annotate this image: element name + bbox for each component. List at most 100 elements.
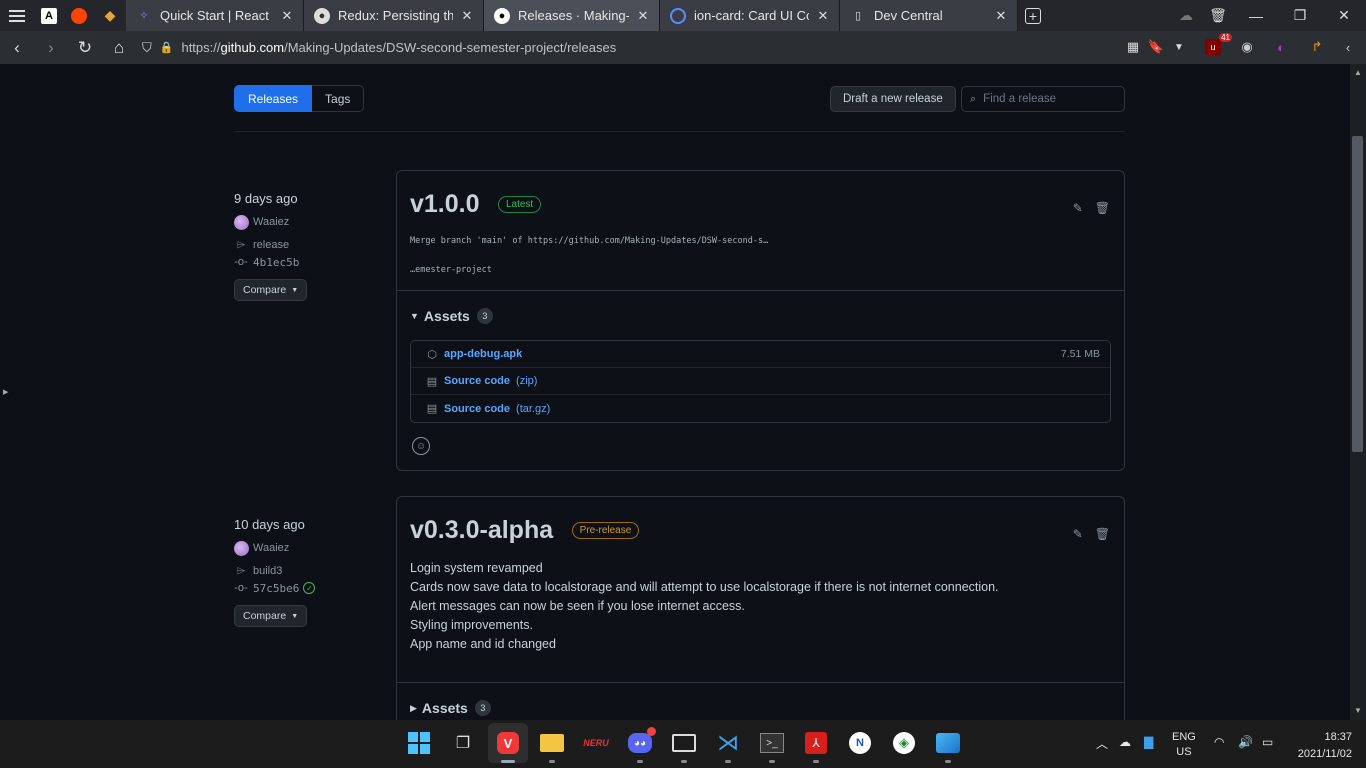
running-indicator [945, 760, 951, 763]
assets-toggle[interactable]: ▶ Assets 3 [410, 700, 1111, 716]
qr-code-icon[interactable]: ▦ [1122, 36, 1144, 58]
author-link[interactable]: Waaiez [253, 216, 289, 228]
extension-color-icon[interactable]: ◐ [1270, 36, 1292, 58]
tray-chevron-icon[interactable]: ︿ [1096, 735, 1108, 752]
close-icon[interactable]: ✕ [815, 8, 831, 24]
panel-toggle-icon[interactable]: ▶ [3, 388, 8, 396]
edit-icon[interactable]: ✎ [1073, 527, 1083, 541]
trash-icon[interactable]: 🗑 [1202, 0, 1234, 31]
start-icon[interactable] [405, 729, 433, 757]
bookmark-icon[interactable]: 🔖 [1145, 36, 1167, 58]
home-icon[interactable]: ⌂ [102, 31, 136, 64]
tag-icon: ⌲ [236, 238, 246, 251]
tab-ion-card[interactable]: ion-card: Card UI Comp ✕ [660, 0, 840, 31]
neru-app-icon[interactable]: NERU [582, 729, 610, 757]
delete-icon[interactable]: 🗑 [1095, 201, 1110, 215]
scroll-down-icon[interactable]: ▼ [1350, 706, 1366, 715]
asset-suffix: (zip) [516, 375, 538, 387]
assets-toggle[interactable]: ▼ Assets 3 [410, 308, 1111, 324]
pinned-tab-reddit-icon[interactable] [64, 0, 94, 31]
vscode-icon[interactable]: ⋊ [714, 729, 742, 757]
tags-tab[interactable]: Tags [312, 85, 365, 112]
back-icon[interactable]: ‹ [0, 31, 34, 64]
tab-github-releases[interactable]: ● Releases · Making-Upd ✕ [484, 0, 660, 31]
close-icon[interactable]: ✕ [279, 8, 295, 24]
lock-icon[interactable]: 🔒 [160, 41, 174, 54]
asset-name[interactable]: Source code [444, 403, 510, 415]
commit-link[interactable]: 4b1ec5b [253, 256, 299, 269]
assets-title: Assets [421, 700, 468, 716]
scrollbar-thumb[interactable] [1352, 136, 1363, 452]
avatar[interactable] [234, 214, 249, 230]
restore-icon[interactable]: ❐ [1278, 0, 1322, 31]
tab-redux-quickstart[interactable]: ✧ Quick Start | React Red ✕ [126, 0, 304, 31]
wifi-icon[interactable]: ◠ [1214, 735, 1224, 749]
battery-icon[interactable]: ▭ [1262, 735, 1273, 749]
dropdown-icon[interactable]: ▼ [1168, 36, 1190, 58]
edit-icon[interactable]: ✎ [1073, 201, 1083, 215]
monitor-app-icon[interactable] [670, 729, 698, 757]
url-field[interactable]: ⛉ 🔒 https://github.com/Making-Updates/DS… [142, 34, 1197, 61]
release-title[interactable]: v0.3.0-alpha [410, 516, 553, 545]
close-icon[interactable]: ✕ [993, 8, 1009, 24]
asset-name[interactable]: app-debug.apk [444, 348, 522, 360]
author-link[interactable]: Waaiez [253, 542, 289, 554]
avatar[interactable] [234, 540, 249, 556]
terminal-icon[interactable]: >_ [758, 729, 786, 757]
tab-title: Releases · Making-Upd [518, 8, 629, 23]
find-release-input[interactable]: ⌕ Find a release [961, 86, 1125, 112]
asset-row[interactable]: ▤ Source code (tar.gz) [411, 395, 1110, 422]
onedrive-icon[interactable]: ☁ [1119, 735, 1131, 749]
page-icon: ▯ [854, 10, 862, 22]
reload-icon[interactable]: ↻ [68, 31, 102, 64]
tag-link[interactable]: build3 [253, 565, 282, 577]
verified-check-icon: ✓ [303, 582, 316, 594]
close-window-icon[interactable]: ✕ [1322, 0, 1366, 31]
forward-icon[interactable]: › [34, 31, 68, 64]
scrollbar[interactable]: ▲ ▼ [1350, 64, 1366, 720]
extension-arrow-icon[interactable]: ‹ [1337, 36, 1359, 58]
cloud-icon[interactable]: ☁ [1170, 0, 1202, 31]
draft-release-button[interactable]: Draft a new release [830, 86, 956, 112]
release-title[interactable]: v1.0.0 [410, 190, 480, 219]
menu-icon[interactable] [0, 0, 34, 31]
pdf-reader-icon[interactable]: ⅄ [802, 729, 830, 757]
tag-link[interactable]: release [253, 239, 289, 251]
tray-app-icon[interactable]: ▇ [1144, 735, 1153, 749]
vivaldi-icon[interactable]: V [494, 729, 522, 757]
delete-icon[interactable]: 🗑 [1095, 527, 1110, 541]
file-explorer-icon[interactable] [538, 729, 566, 757]
ublock-icon[interactable]: u 41 [1202, 33, 1232, 58]
shield-icon[interactable]: ⛉ [142, 40, 152, 56]
clock[interactable]: 18:37 2021/11/02 [1290, 729, 1352, 763]
photos-icon[interactable] [934, 729, 962, 757]
app-green-icon[interactable]: ◈ [890, 729, 918, 757]
task-view-icon[interactable]: ❐ [449, 729, 477, 757]
minimize-icon[interactable]: — [1234, 0, 1278, 31]
asset-size: 7.51 MB [1060, 348, 1100, 360]
compare-button[interactable]: Compare ▼ [234, 279, 308, 301]
asset-row[interactable]: ▤ Source code (zip) [411, 368, 1110, 395]
compare-label: Compare [243, 610, 287, 622]
new-tab-icon[interactable]: + [1018, 0, 1048, 31]
asset-name[interactable]: Source code [444, 375, 510, 387]
close-icon[interactable]: ✕ [635, 8, 651, 24]
discord-icon[interactable]: ◕◕ [626, 727, 656, 757]
input-language[interactable]: ENG US [1172, 730, 1196, 760]
smiley-icon[interactable]: ☺ [412, 437, 430, 455]
pinned-tab-fox-icon[interactable]: ◆ [94, 0, 126, 31]
commit-link[interactable]: 57c5be6 [253, 582, 299, 595]
extension-pointer-icon[interactable]: ↱ [1306, 36, 1328, 58]
app-blue-icon[interactable]: N [846, 729, 874, 757]
tab-redux-persisting[interactable]: ● Redux: Persisting the St ✕ [304, 0, 484, 31]
pinned-tab-a-icon[interactable]: A [34, 0, 64, 31]
tab-dev-central[interactable]: ▯ Dev Central ✕ [840, 0, 1018, 31]
page-content: Releases Tags Draft a new release ⌕ Find… [10, 64, 1350, 720]
compare-button[interactable]: Compare ▼ [234, 605, 308, 627]
asset-row[interactable]: ⬡ app-debug.apk 7.51 MB [411, 341, 1110, 368]
close-icon[interactable]: ✕ [459, 8, 475, 24]
releases-tab[interactable]: Releases [234, 85, 313, 112]
extension-owl-icon[interactable]: ◉ [1236, 36, 1258, 58]
scroll-up-icon[interactable]: ▲ [1350, 68, 1366, 77]
volume-icon[interactable]: 🔊 [1238, 735, 1253, 749]
